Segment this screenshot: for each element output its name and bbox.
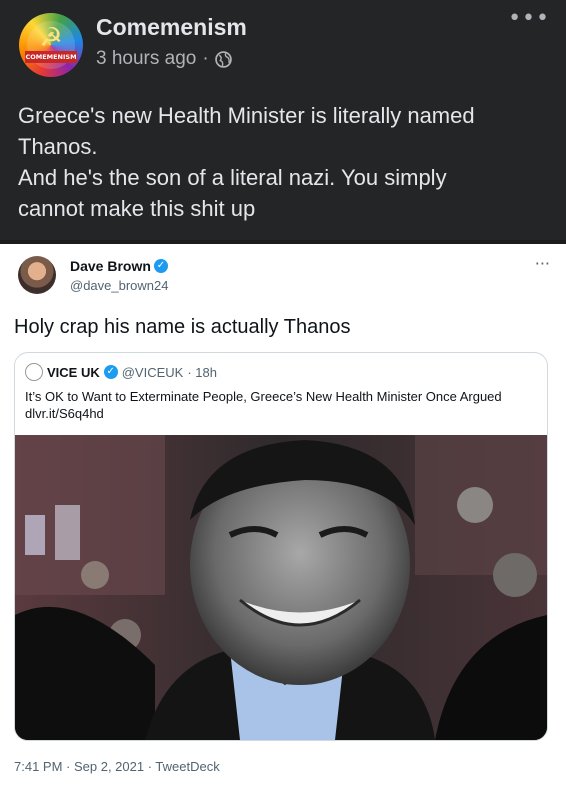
verified-icon: ✓ [153,259,168,273]
quoted-text: It’s OK to Want to Exterminate People, G… [25,389,502,421]
photo-illustration [15,435,547,740]
quoted-age: · 18h [187,364,217,380]
author-handle[interactable]: @dave_brown24 [70,278,168,293]
quoted-photo[interactable] [15,435,547,740]
quoted-author-name: VICE UK [47,364,100,380]
post-text-line: And he's the son of a literal nazi. You … [18,165,447,190]
tweet-footer: 7:41 PM · Sep 2, 2021 · TweetDeck [14,759,220,774]
author-avatar[interactable] [18,256,56,294]
quoted-avatar [25,363,43,381]
facebook-post: ☭ COMEMENISM Comemenism 3 hours ago · ••… [0,0,566,240]
globe-icon [214,50,232,68]
post-text-line: Greece's new Health Minister is literall… [18,103,475,128]
page-name[interactable]: Comemenism [96,14,247,41]
quoted-author-handle: @VICEUK [121,364,184,380]
quoted-tweet[interactable]: VICE UK ✓ @VICEUK · 18h It’s OK to Want … [14,352,548,741]
verified-icon: ✓ [103,365,118,379]
post-text-line: cannot make this shit up [18,196,256,221]
meta-separator: · [202,48,209,69]
author-name[interactable]: Dave Brown [70,258,151,274]
hammer-sickle-icon: ☭ [39,23,63,53]
more-options-icon[interactable]: ··· [535,254,550,273]
post-text-line: Thanos. [18,134,98,159]
quoted-header: VICE UK ✓ @VICEUK · 18h [25,363,217,381]
post-timestamp[interactable]: 3 hours ago [96,48,196,70]
more-options-icon[interactable]: ••• [508,6,550,31]
post-text: Greece's new Health Minister is literall… [18,100,558,224]
author-name-row: Dave Brown ✓ [70,258,168,274]
tweet-text: Holy crap his name is actually Thanos [14,316,351,338]
tweet-screenshot: Dave Brown ✓ @dave_brown24 ··· Holy crap… [0,244,566,800]
avatar-tag: COMEMENISM [25,51,77,63]
post-meta: 3 hours ago · [96,48,232,70]
page-avatar[interactable]: ☭ COMEMENISM [19,13,83,77]
